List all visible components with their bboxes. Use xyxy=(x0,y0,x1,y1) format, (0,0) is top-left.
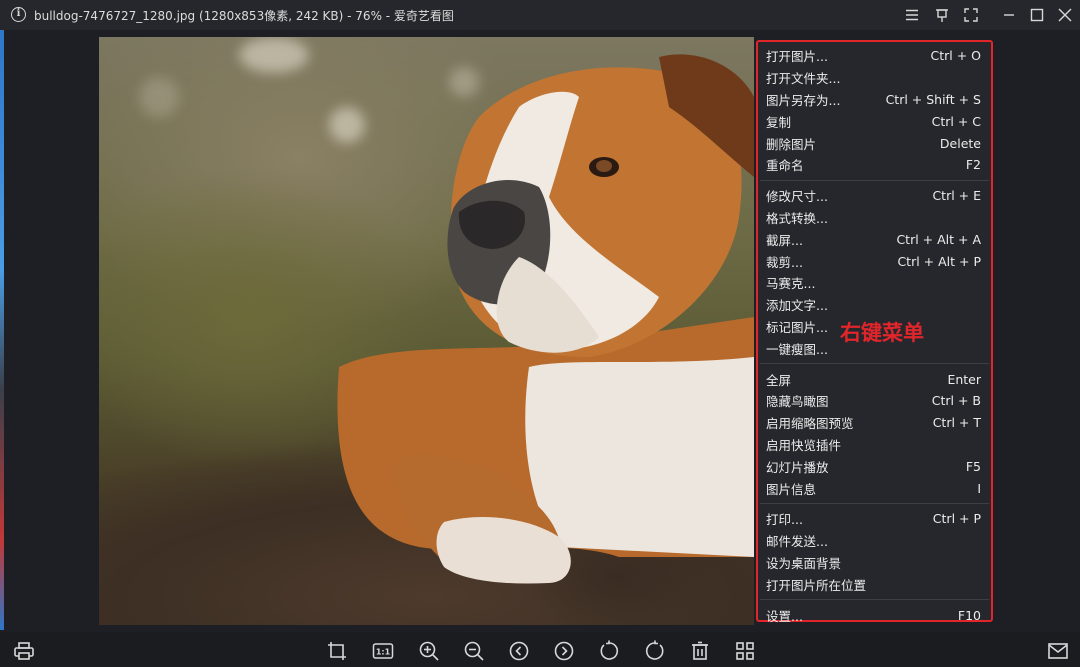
close-icon[interactable] xyxy=(1056,6,1074,24)
pin-icon[interactable] xyxy=(933,6,951,24)
menu-separator xyxy=(760,502,989,504)
maximize-icon[interactable] xyxy=(1028,6,1046,24)
actual-size-button[interactable]: 1:1 xyxy=(372,640,394,662)
trash-icon xyxy=(692,641,708,660)
zoom-out-icon xyxy=(464,641,484,661)
menu-item-hide-birdseye[interactable]: 隐藏鸟瞰图 Ctrl + B xyxy=(758,390,991,412)
menu-item-slideshow[interactable]: 幻灯片播放 F5 xyxy=(758,455,991,477)
menu-item-set-wallpaper[interactable]: 设为桌面背景 xyxy=(758,552,991,574)
thumbnails-button[interactable] xyxy=(734,640,756,662)
hamburger-menu-icon[interactable] xyxy=(903,6,921,24)
menu-item-save-as[interactable]: 图片另存为... Ctrl + Shift + S xyxy=(758,89,991,111)
rotate-left-button[interactable] xyxy=(598,640,620,662)
printer-icon xyxy=(14,642,34,660)
menu-item-email[interactable]: 邮件发送... xyxy=(758,530,991,552)
menu-separator xyxy=(760,599,989,601)
print-button[interactable] xyxy=(13,640,35,662)
menu-item-rename[interactable]: 重命名 F2 xyxy=(758,154,991,176)
menu-separator xyxy=(760,179,989,181)
menu-item-screenshot[interactable]: 截屏... Ctrl + Alt + A xyxy=(758,228,991,250)
desktop-edge xyxy=(0,30,4,630)
bulldog-illustration xyxy=(337,54,754,584)
zoom-in-button[interactable] xyxy=(418,640,440,662)
window-title: bulldog-7476727_1280.jpg (1280x853像素, 24… xyxy=(34,9,454,23)
menu-item-crop[interactable]: 裁剪... Ctrl + Alt + P xyxy=(758,250,991,272)
menu-item-image-info[interactable]: 图片信息 I xyxy=(758,477,991,499)
fullscreen-icon[interactable] xyxy=(962,6,980,24)
rotate-right-icon xyxy=(645,640,664,660)
mail-icon xyxy=(1048,643,1068,659)
rotate-left-icon xyxy=(600,640,619,660)
one-to-one-icon: 1:1 xyxy=(372,643,394,659)
rotate-right-button[interactable] xyxy=(644,640,666,662)
crop-button[interactable] xyxy=(326,640,348,662)
title-bar: i bulldog-7476727_1280.jpg (1280x853像素, … xyxy=(0,0,1080,30)
menu-item-thumbnail-preview[interactable]: 启用缩略图预览 Ctrl + T xyxy=(758,412,991,434)
menu-item-convert-format[interactable]: 格式转换... xyxy=(758,207,991,229)
previous-button[interactable] xyxy=(508,640,530,662)
photo-canvas[interactable] xyxy=(99,37,754,625)
chevron-left-icon xyxy=(509,641,529,661)
crop-icon xyxy=(328,642,346,660)
zoom-in-icon xyxy=(419,641,439,661)
menu-item-open-folder[interactable]: 打开文件夹... xyxy=(758,67,991,89)
menu-item-quickview-plugin[interactable]: 启用快览插件 xyxy=(758,434,991,456)
menu-item-print[interactable]: 打印... Ctrl + P xyxy=(758,508,991,530)
menu-item-resize[interactable]: 修改尺寸... Ctrl + E xyxy=(758,185,991,207)
menu-item-add-text[interactable]: 添加文字... xyxy=(758,294,991,316)
menu-item-mosaic[interactable]: 马赛克... xyxy=(758,272,991,294)
menu-item-delete[interactable]: 删除图片 Delete xyxy=(758,132,991,154)
zoom-out-button[interactable] xyxy=(463,640,485,662)
menu-item-open-location[interactable]: 打开图片所在位置 xyxy=(758,573,991,595)
menu-separator xyxy=(760,363,989,365)
chevron-right-icon xyxy=(554,641,574,661)
bottom-toolbar: 1:1 xyxy=(0,632,1080,667)
minimize-icon[interactable] xyxy=(1000,6,1018,24)
info-icon[interactable]: i xyxy=(11,7,26,22)
grid-icon xyxy=(736,642,754,660)
svg-text:1:1: 1:1 xyxy=(376,648,391,657)
next-button[interactable] xyxy=(553,640,575,662)
menu-item-settings[interactable]: 设置... F10 xyxy=(758,604,991,626)
context-menu-annotation: 右键菜单 xyxy=(840,321,924,345)
menu-item-open-image[interactable]: 打开图片... Ctrl + O xyxy=(758,45,991,67)
mail-button[interactable] xyxy=(1047,640,1069,662)
menu-item-fullscreen[interactable]: 全屏 Enter xyxy=(758,368,991,390)
delete-button[interactable] xyxy=(689,640,711,662)
menu-item-copy[interactable]: 复制 Ctrl + C xyxy=(758,110,991,132)
